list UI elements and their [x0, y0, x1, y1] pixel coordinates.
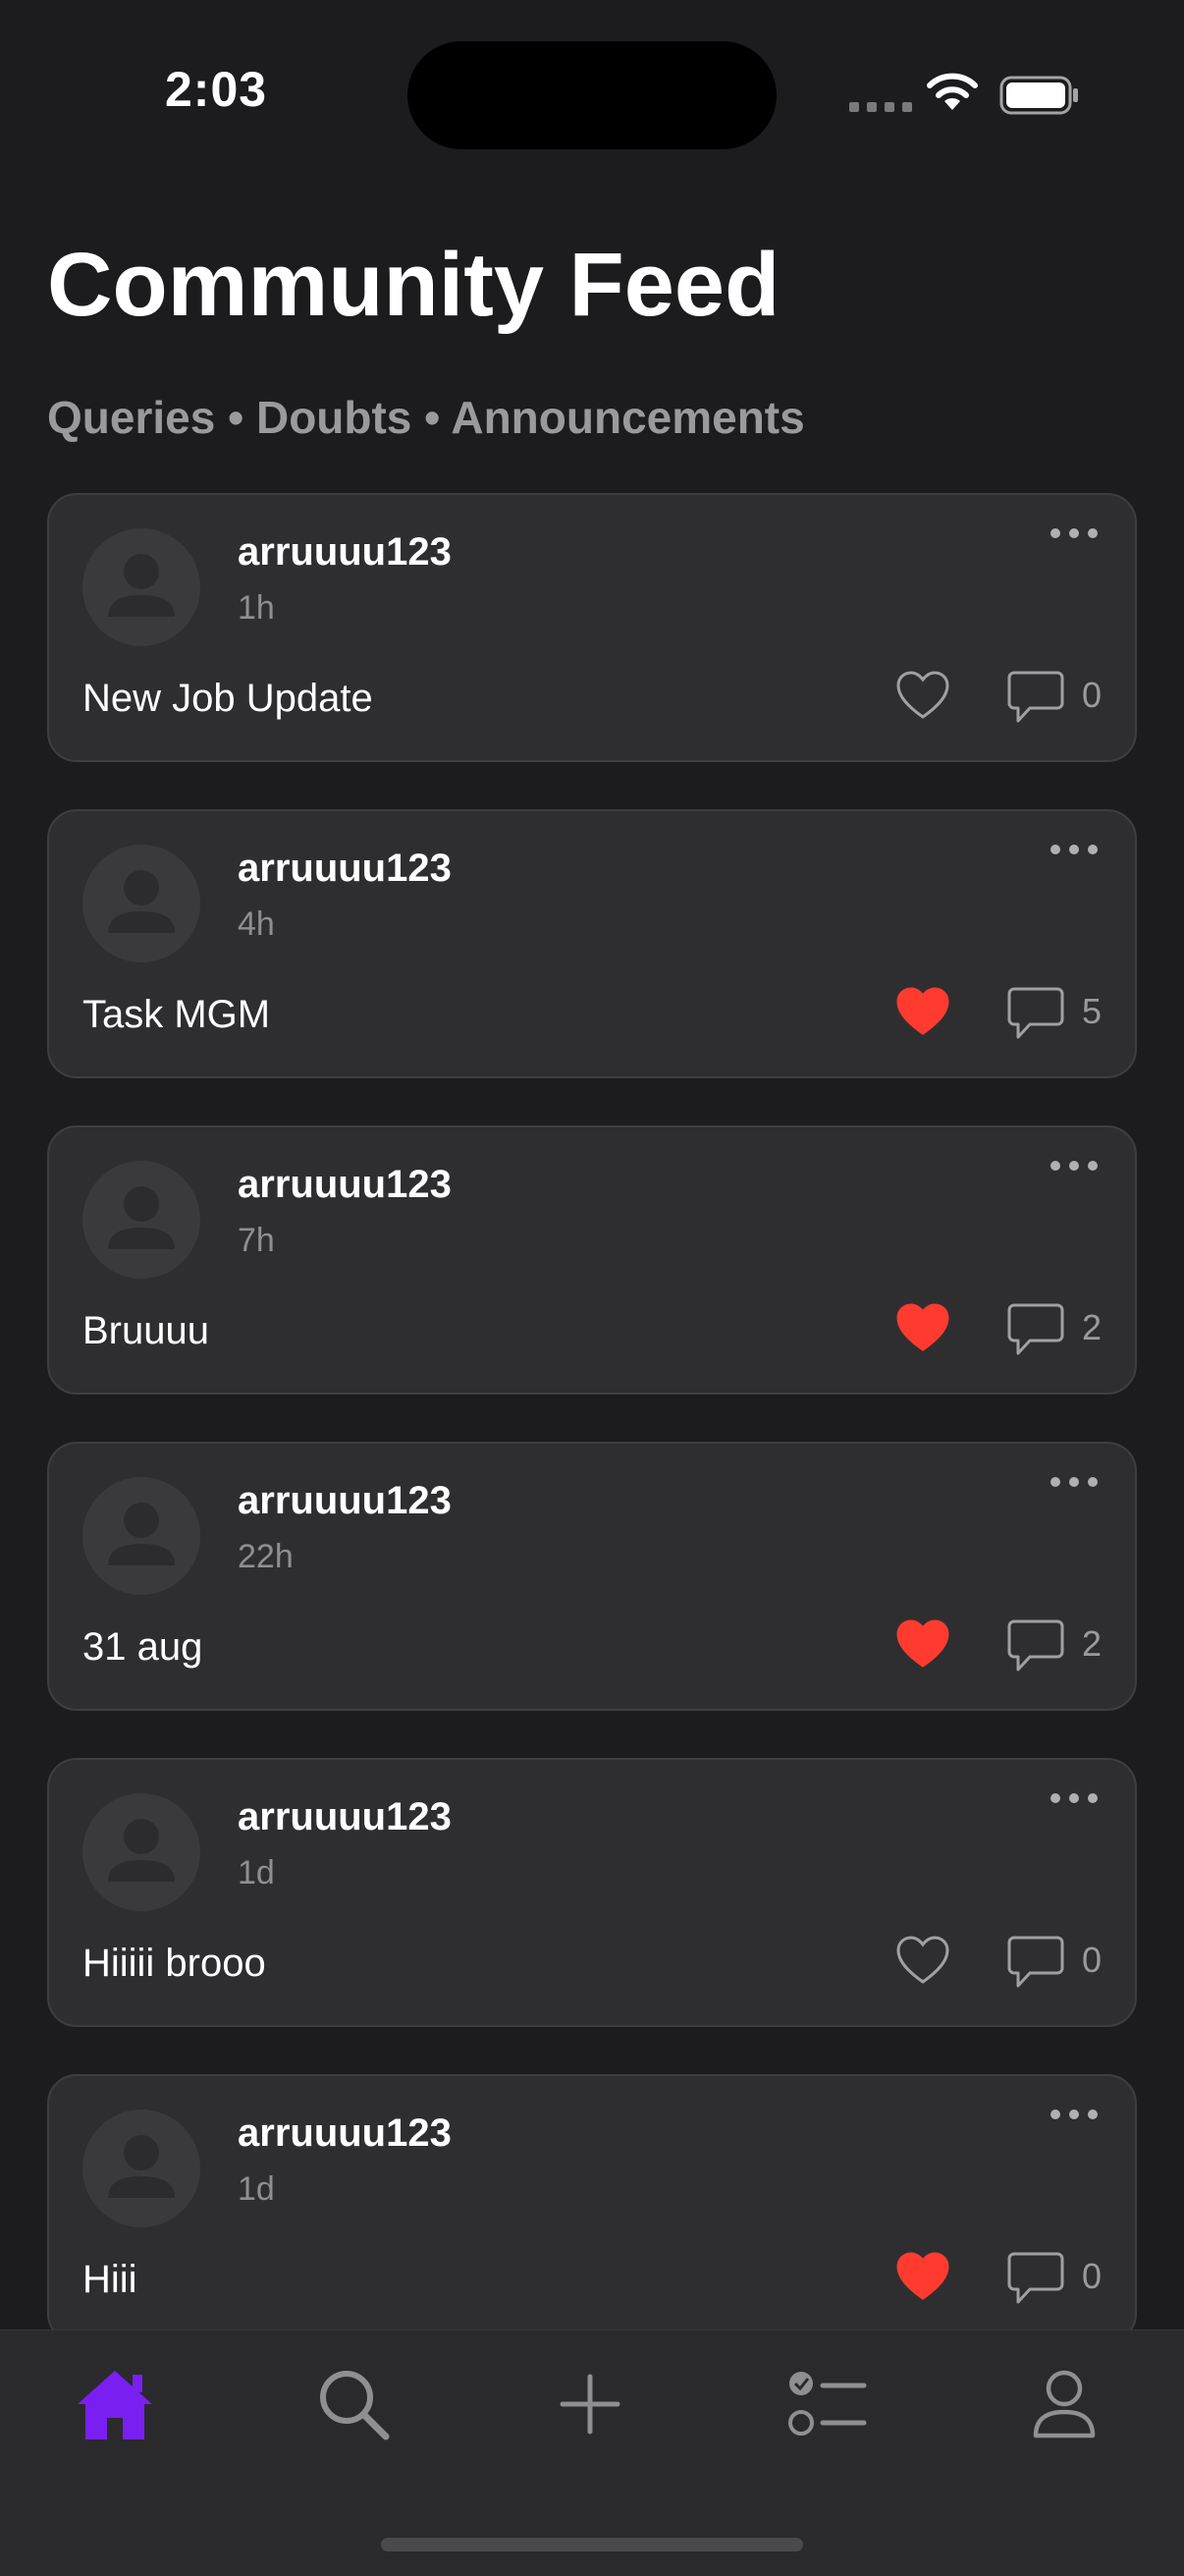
post-time: 22h — [238, 1538, 294, 1575]
checklist-icon — [788, 2372, 867, 2436]
post-title[interactable]: Bruuuu — [82, 1309, 209, 1353]
tab-search[interactable] — [295, 2350, 412, 2458]
person-placeholder-icon — [108, 1186, 175, 1249]
comment-icon[interactable] — [1006, 2251, 1065, 2306]
comment-count: 5 — [1082, 991, 1103, 1031]
person-placeholder-icon — [108, 1819, 175, 1882]
dynamic-island — [407, 41, 777, 149]
comment-count: 0 — [1082, 2256, 1103, 2296]
more-options-icon[interactable] — [1050, 1161, 1098, 1171]
avatar[interactable] — [82, 845, 200, 962]
post-card[interactable]: arruuuu123 1d Hiiiii brooo 0 — [47, 1758, 1137, 2027]
more-options-icon[interactable] — [1050, 1793, 1098, 1803]
comment-count: 0 — [1082, 675, 1103, 715]
cellular-signal-icon — [849, 102, 912, 112]
heart-icon[interactable] — [895, 986, 950, 1037]
post-title[interactable]: New Job Update — [82, 677, 373, 721]
heart-icon[interactable] — [895, 1302, 950, 1353]
comment-count: 2 — [1082, 1623, 1103, 1664]
post-card[interactable]: arruuuu123 4h Task MGM 5 — [47, 809, 1137, 1078]
person-placeholder-icon — [108, 2135, 175, 2198]
post-title[interactable]: Hiiiii brooo — [82, 1942, 266, 1986]
post-username[interactable]: arruuuu123 — [238, 530, 452, 575]
post-card[interactable]: arruuuu123 7h Bruuuu 2 — [47, 1125, 1137, 1395]
status-bar: 2:03 — [0, 0, 1184, 187]
status-time: 2:03 — [165, 62, 268, 117]
person-placeholder-icon — [108, 554, 175, 617]
more-options-icon[interactable] — [1050, 528, 1098, 538]
tab-tasks[interactable] — [769, 2350, 887, 2458]
post-title[interactable]: Task MGM — [82, 993, 270, 1037]
heart-icon[interactable] — [895, 670, 950, 721]
wifi-icon — [927, 73, 978, 110]
heart-icon[interactable] — [895, 1935, 950, 1986]
post-username[interactable]: arruuuu123 — [238, 2111, 452, 2156]
post-card[interactable]: arruuuu123 1d Hiii 0 — [47, 2074, 1137, 2343]
post-time: 1d — [238, 1854, 275, 1891]
comment-icon[interactable] — [1006, 670, 1065, 725]
home-icon — [78, 2371, 152, 2439]
person-icon — [1033, 2370, 1096, 2439]
comment-count: 2 — [1082, 1307, 1103, 1347]
post-username[interactable]: arruuuu123 — [238, 847, 452, 891]
person-placeholder-icon — [108, 1503, 175, 1565]
more-options-icon[interactable] — [1050, 845, 1098, 854]
comment-icon[interactable] — [1006, 1935, 1065, 1990]
comment-icon[interactable] — [1006, 1618, 1065, 1673]
page-subtitle: Queries • Doubts • Announcements — [47, 392, 805, 443]
person-placeholder-icon — [108, 870, 175, 933]
tab-create[interactable] — [531, 2350, 649, 2458]
page-title: Community Feed — [47, 235, 780, 335]
home-indicator — [381, 2538, 803, 2551]
avatar[interactable] — [82, 528, 200, 646]
post-time: 7h — [238, 1222, 275, 1259]
post-title[interactable]: 31 aug — [82, 1625, 202, 1670]
search-icon — [320, 2371, 390, 2440]
avatar[interactable] — [82, 1477, 200, 1595]
heart-icon[interactable] — [895, 2251, 950, 2302]
battery-icon — [999, 76, 1078, 115]
post-card[interactable]: arruuuu123 1h New Job Update 0 — [47, 493, 1137, 762]
plus-icon — [560, 2374, 620, 2435]
avatar[interactable] — [82, 2110, 200, 2227]
heart-icon[interactable] — [895, 1618, 950, 1670]
comment-icon[interactable] — [1006, 1302, 1065, 1357]
comment-count: 0 — [1082, 1940, 1103, 1980]
avatar[interactable] — [82, 1161, 200, 1279]
more-options-icon[interactable] — [1050, 1477, 1098, 1487]
post-card[interactable]: arruuuu123 22h 31 aug 2 — [47, 1442, 1137, 1711]
post-time: 1h — [238, 589, 275, 627]
more-options-icon[interactable] — [1050, 2110, 1098, 2119]
post-username[interactable]: arruuuu123 — [238, 1163, 452, 1207]
post-username[interactable]: arruuuu123 — [238, 1795, 452, 1839]
tab-profile[interactable] — [1005, 2350, 1123, 2458]
avatar[interactable] — [82, 1793, 200, 1911]
post-time: 1d — [238, 2170, 275, 2208]
comment-icon[interactable] — [1006, 986, 1065, 1041]
post-time: 4h — [238, 905, 275, 943]
post-title[interactable]: Hiii — [82, 2258, 137, 2302]
tab-home[interactable] — [56, 2350, 174, 2458]
post-username[interactable]: arruuuu123 — [238, 1479, 452, 1523]
